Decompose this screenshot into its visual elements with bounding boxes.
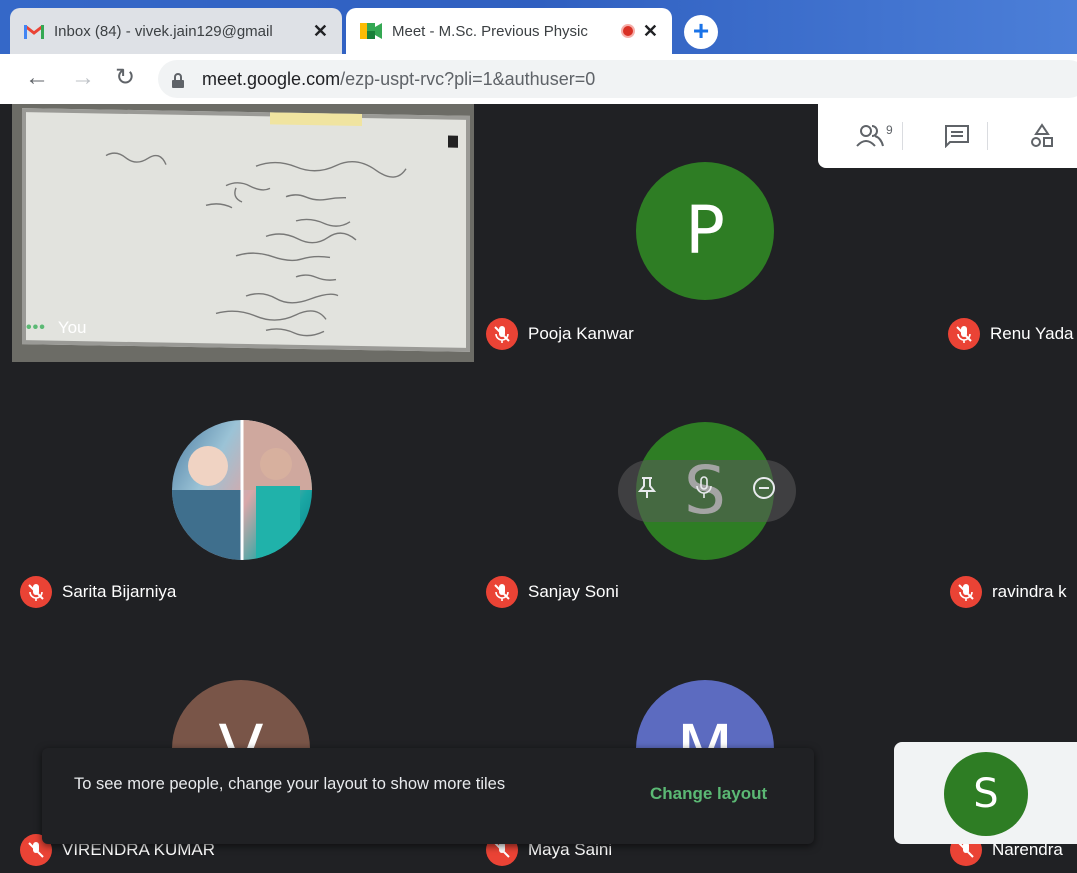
avatar: P [636, 162, 774, 300]
meet-icon [360, 23, 382, 39]
address-bar[interactable]: meet.google.com /ezp-uspt-rvc?pli=1&auth… [158, 60, 1077, 98]
self-video-tile[interactable]: ••• You [12, 104, 474, 362]
self-pip[interactable]: S [894, 742, 1077, 844]
forward-arrow-icon[interactable]: → [68, 63, 98, 93]
participant-label: Renu Yada [948, 318, 1074, 350]
lock-icon [172, 72, 184, 88]
url-host: meet.google.com [202, 68, 341, 89]
tile-hover-controls [618, 460, 796, 522]
divider [902, 122, 903, 150]
layout-toast: To see more people, change your layout t… [42, 748, 814, 844]
tab-meet[interactable]: Meet - M.Sc. Previous Physic ✕ [346, 8, 672, 54]
participant-count: 9 [886, 123, 893, 137]
meeting-controls-panel: 9 [818, 104, 1077, 168]
meet-stage: ••• You P Pooja Kanwar Renu Yada 9 Sarit… [0, 104, 1077, 873]
participant-label: Sarita Bijarniya [20, 576, 176, 608]
participant-name: ravindra k [992, 582, 1067, 601]
browser-tab-strip: Inbox (84) - vivek.jain129@gmail ✕ Meet … [0, 0, 1077, 54]
pin-icon[interactable] [637, 476, 657, 506]
whiteboard-video [22, 108, 470, 352]
participant-label: ••• You [26, 318, 87, 338]
avatar-photo [172, 420, 312, 560]
participant-name: Sanjay Soni [528, 582, 619, 601]
remove-participant-icon[interactable] [752, 476, 776, 506]
participant-name: You [57, 318, 87, 337]
mic-off-icon [20, 576, 52, 608]
more-options-icon[interactable]: ••• [26, 319, 46, 337]
people-button[interactable]: 9 [842, 116, 902, 156]
close-icon[interactable]: ✕ [643, 21, 658, 42]
activities-button[interactable] [1012, 116, 1072, 156]
reload-icon[interactable]: ↻ [110, 63, 140, 93]
participant-label: Sanjay Soni [486, 576, 619, 608]
participant-name: Pooja Kanwar [528, 324, 634, 343]
tab-label: Meet - M.Sc. Previous Physic [392, 22, 588, 40]
toast-message: To see more people, change your layout t… [74, 775, 506, 793]
gmail-icon [24, 24, 44, 39]
participant-name: Sarita Bijarniya [62, 582, 177, 601]
change-layout-button[interactable]: Change layout [650, 784, 767, 804]
chat-button[interactable] [927, 116, 987, 156]
recording-icon [620, 24, 635, 38]
url-path: /ezp-uspt-rvc?pli=1&authuser=0 [340, 68, 596, 89]
close-icon[interactable]: ✕ [313, 21, 328, 42]
mic-off-icon [486, 318, 518, 350]
mic-off-icon [948, 318, 980, 350]
participant-label: ravindra k [950, 576, 1067, 608]
browser-toolbar: ← → ↻ meet.google.com /ezp-uspt-rvc?pli=… [0, 54, 1077, 104]
participant-name: Renu Yada [990, 324, 1074, 343]
mic-off-icon [486, 576, 518, 608]
mute-participant-icon[interactable] [693, 475, 715, 507]
new-tab-button[interactable]: + [684, 15, 718, 49]
participant-label: Pooja Kanwar [486, 318, 634, 350]
divider [987, 122, 988, 150]
tab-label: Inbox (84) - vivek.jain129@gmail [54, 22, 273, 40]
mic-off-icon [950, 576, 982, 608]
back-arrow-icon[interactable]: ← [22, 63, 52, 93]
tab-gmail-inbox[interactable]: Inbox (84) - vivek.jain129@gmail ✕ [10, 8, 342, 54]
avatar: S [944, 752, 1028, 836]
